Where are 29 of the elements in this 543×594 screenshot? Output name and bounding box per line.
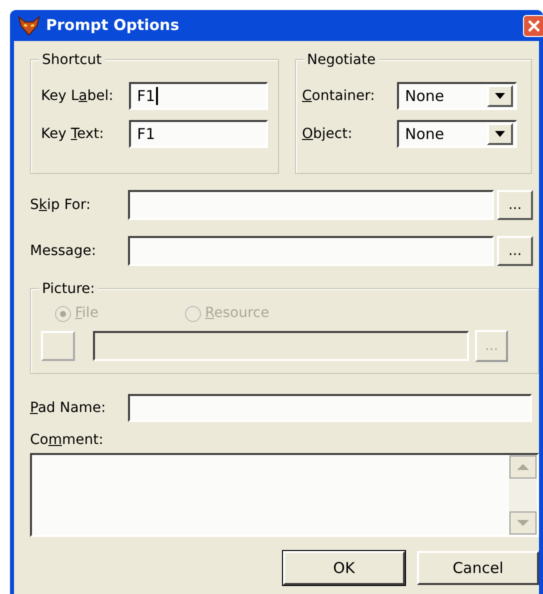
text-field[interactable]: F1 xyxy=(129,120,268,148)
text-field[interactable] xyxy=(128,190,494,220)
dropdown-arrow-icon xyxy=(495,131,505,137)
comment-textarea[interactable] xyxy=(30,453,539,537)
ellipsis-button[interactable]: ... xyxy=(497,236,533,266)
text-field[interactable]: F1 xyxy=(129,82,268,110)
field-label: Key Label: xyxy=(41,86,114,106)
field-label: Skip For: xyxy=(30,196,92,214)
dropdown-arrow-icon xyxy=(495,93,505,99)
window-title: Prompt Options xyxy=(46,15,180,36)
dropdown[interactable]: None xyxy=(397,82,517,110)
field-label: Object: xyxy=(302,124,354,144)
close-icon[interactable] xyxy=(523,14,543,36)
field-label: Message: xyxy=(30,242,98,260)
radio-label: File xyxy=(75,304,98,323)
fox-head-icon xyxy=(18,16,40,36)
dialog-button[interactable]: Cancel xyxy=(417,551,539,585)
picture-preview-box xyxy=(41,331,75,361)
dropdown[interactable]: None xyxy=(397,120,517,148)
ellipsis-button[interactable]: ... xyxy=(497,190,533,220)
field-label: Comment: xyxy=(30,431,104,450)
text-field[interactable] xyxy=(128,236,494,266)
field-label: Key Text: xyxy=(41,124,105,144)
field-label: Container: xyxy=(302,86,376,106)
radio-label: Resource xyxy=(205,304,270,323)
text-field[interactable] xyxy=(93,331,469,361)
text-field[interactable] xyxy=(128,394,532,422)
dialog-button[interactable]: OK xyxy=(283,551,405,585)
field-label: Pad Name: xyxy=(30,398,107,418)
